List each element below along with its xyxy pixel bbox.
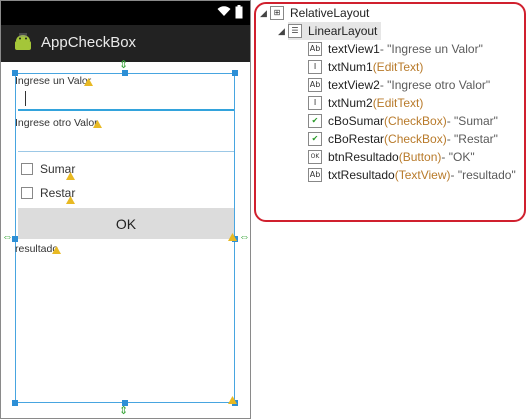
tree-item-value: - "Restar" — [446, 132, 498, 146]
tree-item-value: - "Ingrese otro Valor" — [379, 78, 491, 92]
tree-item-type: (CheckBox) — [384, 114, 447, 128]
tree-item-id: textView1 — [328, 42, 380, 56]
status-bar — [1, 1, 250, 25]
app-title: AppCheckBox — [41, 34, 137, 51]
tree-item-id: txtNum2 — [328, 96, 373, 110]
txtnum2-input[interactable] — [18, 131, 234, 152]
outline-panel: ◢ ⊞ RelativeLayout ◢ ☰ LinearLayout Ab t… — [254, 2, 526, 222]
tree-item-linearlayout[interactable]: ☰ LinearLayout — [288, 22, 382, 40]
textview-icon: Ab — [308, 78, 322, 92]
warning-icon — [228, 396, 237, 404]
checkbox-icon: ✔ — [308, 114, 322, 128]
battery-icon — [235, 5, 243, 19]
anchor-arrow-right-icon: ⇔ — [239, 231, 250, 243]
collapse-icon[interactable]: ◢ — [278, 26, 285, 37]
tree-item-id: cBoRestar — [328, 132, 385, 146]
label-second-value: Ingrese otro Valor — [15, 117, 98, 129]
linearlayout-icon: ☰ — [288, 24, 302, 38]
checkbox-box[interactable] — [21, 163, 33, 175]
tree-item-txtnum1[interactable]: I txtNum1 (EditText) — [308, 58, 423, 76]
tree-item-type: (CheckBox) — [384, 132, 447, 146]
tree-item-type: (TextView) — [394, 168, 451, 182]
tree-item-textview2[interactable]: Ab textView2 - "Ingrese otro Valor" — [308, 76, 490, 94]
resize-handle[interactable] — [232, 70, 238, 76]
warning-icon — [84, 78, 93, 86]
tree-item-btnresultado[interactable]: OK btnResultado (Button) - "OK" — [308, 148, 475, 166]
warning-icon — [66, 196, 75, 204]
textview-icon: Ab — [308, 168, 322, 182]
relativelayout-icon: ⊞ — [270, 6, 284, 20]
tree-item-txtnum2[interactable]: I txtNum2 (EditText) — [308, 94, 423, 112]
wifi-icon — [217, 6, 231, 16]
tree-item-value: - "OK" — [441, 150, 475, 164]
checkbox-icon: ✔ — [308, 132, 322, 146]
tree-item-value: - "resultado" — [450, 168, 516, 182]
ok-button[interactable]: OK — [18, 208, 234, 239]
tree-item-textview1[interactable]: Ab textView1 - "Ingrese un Valor" — [308, 40, 483, 58]
edittext-icon: I — [308, 60, 322, 74]
phone-preview: AppCheckBox ⇕ ⇕ ⇔ ⇔ Ingrese un Valor Ing… — [0, 0, 251, 419]
tree-item-id: btnResultado — [328, 150, 399, 164]
tree-item-relativelayout[interactable]: ⊞ RelativeLayout — [270, 4, 369, 22]
action-bar: AppCheckBox — [1, 25, 250, 62]
anchor-arrow-up-icon: ⇕ — [119, 59, 129, 71]
tree-item-id: txtNum1 — [328, 60, 373, 74]
tree-item-cborestar[interactable]: ✔ cBoRestar (CheckBox) - "Restar" — [308, 130, 498, 148]
warning-icon — [228, 233, 237, 241]
tree-item-label: RelativeLayout — [290, 6, 370, 20]
edittext-icon: I — [308, 96, 322, 110]
tree-item-id: cBoSumar — [328, 114, 385, 128]
tree-item-value: - "Ingrese un Valor" — [379, 42, 483, 56]
txtnum1-input[interactable] — [18, 89, 234, 111]
anchor-arrow-left-icon: ⇔ — [2, 231, 13, 243]
tree-item-id: textView2 — [328, 78, 380, 92]
tree-item-type: (EditText) — [372, 96, 424, 110]
tree-item-id: txtResultado — [328, 168, 395, 182]
tree-item-cbosumar[interactable]: ✔ cBoSumar (CheckBox) - "Sumar" — [308, 112, 498, 130]
warning-icon — [66, 172, 75, 180]
textview-icon: Ab — [308, 42, 322, 56]
collapse-icon[interactable]: ◢ — [260, 8, 267, 19]
tree-item-type: (EditText) — [372, 60, 424, 74]
anchor-arrow-down-icon: ⇕ — [119, 405, 129, 417]
tree-item-label: LinearLayout — [308, 24, 378, 38]
android-app-icon — [15, 33, 31, 50]
tree-item-type: (Button) — [398, 150, 442, 164]
text-cursor — [25, 91, 26, 106]
tree-item-txtresultado[interactable]: Ab txtResultado (TextView) - "resultado" — [308, 166, 516, 184]
tree-item-value: - "Sumar" — [446, 114, 498, 128]
warning-icon — [52, 246, 61, 254]
label-first-value: Ingrese un Valor — [15, 75, 92, 87]
button-icon: OK — [308, 150, 322, 164]
warning-icon — [93, 120, 102, 128]
resize-handle[interactable] — [12, 400, 18, 406]
checkbox-box[interactable] — [21, 187, 33, 199]
